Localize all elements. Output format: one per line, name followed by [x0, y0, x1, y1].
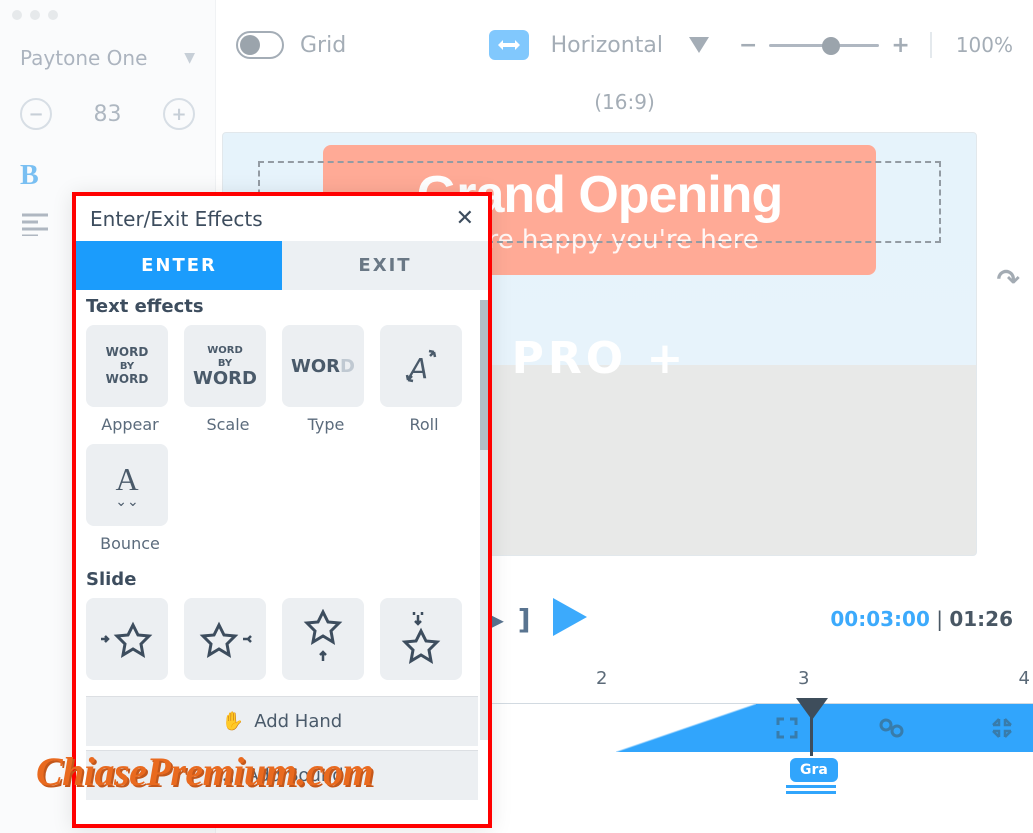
- window-controls: [0, 0, 215, 30]
- play-icon: [549, 596, 591, 638]
- decrement-size-button[interactable]: −: [20, 98, 52, 130]
- zoom-value: 100%: [956, 33, 1013, 57]
- align-left-icon: [20, 212, 50, 236]
- modal-tabs: ENTER EXIT: [76, 241, 488, 290]
- play-button[interactable]: [549, 596, 591, 642]
- font-size-value: 83: [94, 102, 122, 127]
- effect-roll-label: Roll: [380, 415, 468, 434]
- word-by-word-icon: WORDBYWORD: [106, 346, 149, 386]
- total-time: 01:26: [949, 607, 1013, 631]
- tab-enter[interactable]: ENTER: [76, 241, 282, 290]
- effect-roll[interactable]: A Roll: [380, 325, 468, 434]
- star-down-icon: [398, 609, 444, 669]
- pin-icon[interactable]: [878, 717, 904, 739]
- add-hand-button[interactable]: ✋ Add Hand: [86, 696, 478, 746]
- effects-modal: Enter/Exit Effects ✕ ENTER EXIT Text eff…: [72, 192, 492, 828]
- clip-tag[interactable]: Gra: [790, 758, 838, 782]
- zoom-slider[interactable]: [769, 44, 879, 47]
- effect-appear[interactable]: WORDBYWORD Appear: [86, 325, 174, 434]
- effect-scale[interactable]: WORDBYWORD Scale: [184, 325, 272, 434]
- increment-size-button[interactable]: +: [163, 98, 195, 130]
- effect-appear-label: Appear: [86, 415, 174, 434]
- grid-toggle[interactable]: [236, 31, 284, 59]
- roll-icon: A: [401, 346, 441, 386]
- font-size-stepper: − 83 +: [0, 78, 215, 150]
- bounce-icon: A⌄⌄: [115, 461, 138, 510]
- hand-icon: ✋: [222, 711, 244, 732]
- min-dot[interactable]: [30, 10, 40, 20]
- slide-in-left[interactable]: [184, 598, 272, 680]
- font-picker[interactable]: Paytone One ▼: [0, 30, 215, 78]
- tick-3: 3: [798, 668, 809, 689]
- effect-type-label: Type: [282, 415, 370, 434]
- zoom-out-button[interactable]: −: [739, 33, 757, 58]
- font-name-label: Paytone One: [20, 46, 147, 70]
- slide-in-down[interactable]: [380, 598, 468, 680]
- modal-body: Text effects WORDBYWORD Appear WORDBYWOR…: [76, 290, 488, 820]
- modal-scrollbar[interactable]: [480, 300, 488, 740]
- layout-badge[interactable]: [489, 30, 529, 60]
- effect-bounce[interactable]: A⌄⌄ Bounce: [86, 444, 174, 553]
- zoom-in-button[interactable]: +: [891, 33, 909, 58]
- toggle-knob-icon: [240, 35, 260, 55]
- current-time: 00:03:00: [830, 607, 930, 631]
- slide-in-right[interactable]: [86, 598, 174, 680]
- star-right-icon: [97, 619, 157, 659]
- word-by-word-scale-icon: WORDBYWORD: [193, 343, 257, 389]
- tick-4: 4: [1019, 668, 1030, 689]
- effect-bounce-label: Bounce: [86, 534, 174, 553]
- slider-thumb-icon: [822, 37, 840, 55]
- arrows-horizontal-icon: [496, 37, 522, 53]
- tab-exit[interactable]: EXIT: [282, 241, 488, 290]
- close-icon[interactable]: ✕: [456, 206, 474, 231]
- effect-scale-label: Scale: [184, 415, 272, 434]
- slide-section-label: Slide: [86, 569, 478, 590]
- modal-header: Enter/Exit Effects ✕: [76, 196, 488, 241]
- chevron-down-icon: ▼: [184, 50, 195, 66]
- add-hand-label: Add Hand: [254, 711, 342, 732]
- layout-label: Horizontal: [551, 33, 663, 58]
- time-display: 00:03:00 | 01:26: [830, 607, 1013, 631]
- layout-dropdown-icon[interactable]: [689, 37, 709, 53]
- star-up-icon: [300, 609, 346, 669]
- max-dot[interactable]: [48, 10, 58, 20]
- tick-2: 2: [596, 668, 607, 689]
- expand-icon[interactable]: [776, 717, 798, 739]
- slide-in-up[interactable]: [282, 598, 370, 680]
- modal-title: Enter/Exit Effects: [90, 207, 263, 231]
- grid-label: Grid: [300, 33, 346, 58]
- watermark-text: ChiasePremium.com: [36, 748, 373, 795]
- word-type-icon: WORD: [291, 356, 355, 377]
- redo-icon[interactable]: ↷: [997, 263, 1020, 296]
- zoom-control: − + 100%: [739, 32, 1013, 58]
- playhead-line: [810, 708, 813, 756]
- effect-type[interactable]: WORD Type: [282, 325, 370, 434]
- top-bar: Grid Horizontal − + 100% (16:9): [216, 0, 1033, 125]
- aspect-ratio-label: (16:9): [236, 90, 1013, 114]
- collapse-icon[interactable]: [991, 717, 1013, 739]
- close-dot[interactable]: [12, 10, 22, 20]
- text-effects-section-label: Text effects: [86, 296, 478, 317]
- star-left-icon: [195, 619, 255, 659]
